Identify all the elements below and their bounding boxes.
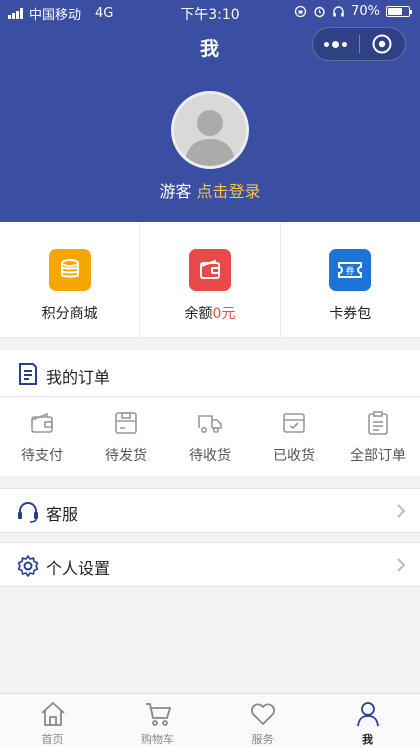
login-line: 游客 点击登录: [0, 178, 420, 202]
my-orders-header[interactable]: 我的订单: [0, 350, 420, 397]
order-pending-payment-label: 待支付: [21, 448, 63, 464]
coupon-icon: 券: [329, 249, 372, 291]
order-all-label: 全部订单: [350, 448, 406, 464]
customer-service-label: 客服: [46, 505, 79, 524]
customer-service-row[interactable]: 客服: [0, 488, 420, 533]
battery-percent: 70%: [351, 4, 380, 19]
mini-program-capsule: [312, 27, 406, 61]
profile-header: 中国移动 4G 下午3:10 70% 我 游客 点击登录: [0, 0, 420, 222]
headphones-icon: [333, 6, 344, 17]
guest-name: 游客: [159, 182, 192, 201]
status-right: 70%: [294, 4, 412, 19]
svg-text:券: 券: [346, 265, 355, 277]
order-status-row: 待支付 待发货 待收货 已收货 全部订单: [0, 398, 420, 476]
tab-me[interactable]: 我: [315, 694, 420, 747]
balance-label: 余额0元: [140, 303, 279, 323]
balance-value: 0元: [212, 306, 236, 322]
clipboard-icon: [368, 411, 388, 435]
avatar[interactable]: [171, 91, 249, 169]
balance-shortcut[interactable]: 余额0元: [139, 222, 279, 337]
more-options-icon[interactable]: [313, 28, 359, 60]
status-bar: 中国移动 4G 下午3:10 70%: [0, 0, 420, 24]
home-icon: [40, 702, 65, 726]
person-icon: [356, 702, 379, 727]
coupon-shortcut[interactable]: 券 卡券包: [279, 222, 420, 337]
order-pending-payment[interactable]: 待支付: [0, 398, 84, 476]
balance-prefix: 余额: [184, 306, 213, 322]
tab-service[interactable]: 服务: [210, 694, 315, 747]
shortcut-panel: 积分商城 余额0元 券 卡券包: [0, 222, 420, 338]
tab-service-label: 服务: [251, 733, 274, 746]
tab-cart[interactable]: 购物车: [105, 694, 210, 747]
coins-icon: [48, 249, 91, 291]
tab-home-label: 首页: [41, 733, 64, 746]
close-target-icon[interactable]: [359, 28, 405, 60]
cart-icon: [145, 703, 171, 726]
points-mall-label: 积分商城: [41, 306, 98, 322]
tab-cart-label: 购物车: [141, 733, 174, 746]
tab-me-label: 我: [362, 733, 373, 746]
coupon-label: 卡券包: [329, 306, 372, 322]
wallet-icon: [188, 249, 231, 291]
chevron-right-icon: [397, 504, 406, 518]
order-pending-shipment-label: 待发货: [105, 448, 147, 464]
order-pending-receipt[interactable]: 待收货: [168, 398, 252, 476]
personal-settings-label: 个人设置: [46, 559, 111, 578]
wallet-outline-icon: [31, 412, 53, 433]
package-icon: [115, 412, 137, 434]
truck-icon: [198, 415, 222, 433]
heart-icon: [250, 703, 275, 725]
login-link[interactable]: 点击登录: [197, 182, 261, 201]
order-list-icon: [19, 363, 37, 385]
bottom-tab-bar: 首页 购物车 服务 我: [0, 693, 420, 747]
order-all[interactable]: 全部订单: [336, 398, 420, 476]
headset-icon: [18, 502, 38, 523]
my-orders-title: 我的订单: [46, 368, 111, 387]
order-received[interactable]: 已收货: [252, 398, 336, 476]
rotation-lock-icon: [294, 5, 307, 18]
default-avatar-icon: [184, 110, 236, 166]
received-box-icon: [283, 413, 305, 433]
order-pending-shipment[interactable]: 待发货: [84, 398, 168, 476]
order-pending-receipt-label: 待收货: [189, 448, 231, 464]
tab-home[interactable]: 首页: [0, 694, 105, 747]
order-received-label: 已收货: [273, 448, 315, 464]
battery-fill: [388, 8, 402, 15]
gear-icon: [17, 555, 39, 577]
chevron-right-icon: [397, 558, 406, 572]
alarm-icon: [314, 6, 325, 18]
battery-icon: [386, 6, 412, 17]
points-mall-shortcut[interactable]: 积分商城: [0, 222, 139, 337]
personal-settings-row[interactable]: 个人设置: [0, 542, 420, 587]
